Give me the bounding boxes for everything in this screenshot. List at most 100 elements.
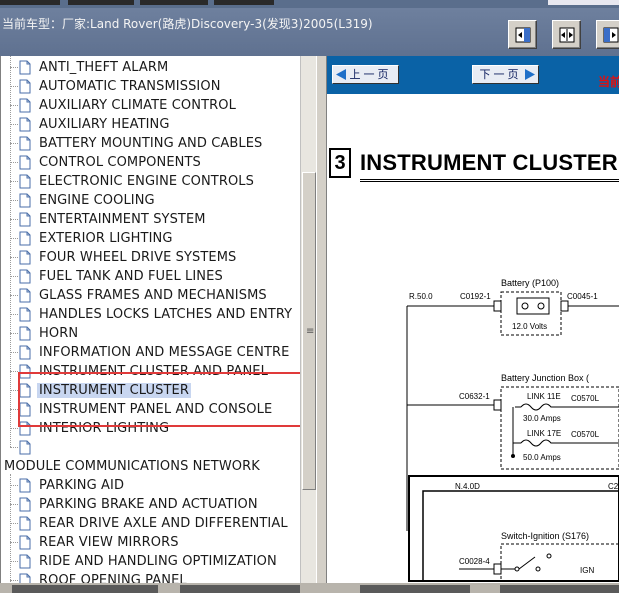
tree-connector	[10, 504, 18, 505]
tree-item-label: HANDLES LOCKS LATCHES AND ENTRY	[39, 307, 293, 322]
document-icon	[19, 250, 31, 265]
document-icon	[19, 98, 31, 113]
dock-right-button[interactable]	[596, 20, 619, 49]
tree-connector	[10, 200, 18, 201]
tree-leaf-item[interactable]: FOUR WHEEL DRIVE SYSTEMS	[1, 248, 300, 267]
document-icon	[19, 79, 31, 94]
tree-leaf-item[interactable]: AUXILIARY HEATING	[1, 115, 300, 134]
title-tab[interactable]	[140, 0, 208, 5]
tree-leaf-item[interactable]: ELECTRONIC ENGINE CONTROLS	[1, 172, 300, 191]
tree-leaf-item[interactable]: PARKING BRAKE AND ACTUATION	[1, 495, 300, 514]
tree-connector	[10, 67, 18, 68]
tree-item-label: EXTERIOR LIGHTING	[39, 231, 173, 246]
tree-item-label: AUTOMATIC TRANSMISSION	[39, 79, 221, 94]
category-tree[interactable]: ANTI_THEFT ALARM AUTOMATIC TRANSMISSION AU…	[0, 56, 300, 583]
tree-item-label: HORN	[39, 326, 79, 341]
title-tab[interactable]	[68, 0, 134, 5]
connector-c0045: C0045-1	[567, 292, 598, 301]
switch-contact	[535, 566, 541, 572]
document-icon	[19, 136, 31, 151]
tree-leaf-item[interactable]: HANDLES LOCKS LATCHES AND ENTRY	[1, 305, 300, 324]
tree-folder-item[interactable]: MODULE COMMUNICATIONS NETWORK	[1, 457, 300, 476]
tree-leaf-item[interactable]: ROOF OPENING PANEL	[1, 571, 300, 583]
tree-leaf-item[interactable]: GLASS FRAMES AND MECHANISMS	[1, 286, 300, 305]
tree-leaf-item[interactable]: REAR VIEW MIRRORS	[1, 533, 300, 552]
document-icon	[19, 516, 31, 531]
tree-leaf-item[interactable]: RIDE AND HANDLING OPTIMIZATION	[1, 552, 300, 571]
split-icon	[559, 27, 575, 43]
next-page-button[interactable]: 下一页	[472, 65, 539, 84]
prev-page-label: 上一页	[349, 68, 392, 81]
panel-splitter[interactable]	[316, 56, 327, 583]
tree-leaf-item[interactable]: EXTERIOR LIGHTING	[1, 229, 300, 248]
connector-c0570-a: C0570L	[571, 394, 600, 403]
link11-label: LINK 11E	[527, 392, 561, 401]
tree-item-label: GLASS FRAMES AND MECHANISMS	[39, 288, 267, 303]
tree-item-label: CONTROL COMPONENTS	[39, 155, 201, 170]
link11-amps: 30.0 Amps	[523, 414, 561, 423]
tree-leaf-item[interactable]: FUEL TANK AND FUEL LINES	[1, 267, 300, 286]
tree-leaf-item[interactable]: CONTROL COMPONENTS	[1, 153, 300, 172]
document-icon	[19, 326, 31, 341]
title-tab[interactable]	[0, 0, 60, 5]
tree-item-label: ENTERTAINMENT SYSTEM	[39, 212, 206, 227]
link17-label: LINK 17E	[527, 429, 561, 438]
document-icon	[19, 60, 31, 75]
wiring-diagram: Battery (P100) 12.0 Volts R.50.0 C0192-1…	[406, 278, 619, 582]
tree-item-label: REAR DRIVE AXLE AND DIFFERENTIAL	[39, 516, 288, 531]
tree-leaf-item[interactable]: ENTERTAINMENT SYSTEM	[1, 210, 300, 229]
tree-leaf-item[interactable]	[1, 438, 300, 457]
tree-leaf-item[interactable]: PARKING AID	[1, 476, 300, 495]
document-icon	[19, 212, 31, 227]
connector-pin	[560, 300, 569, 312]
document-icon	[19, 269, 31, 284]
top-strip	[0, 0, 619, 8]
tree-item-label: ENGINE COOLING	[39, 193, 155, 208]
tree-item-label: RIDE AND HANDLING OPTIMIZATION	[39, 554, 277, 569]
tree-item-label: ELECTRONIC ENGINE CONTROLS	[39, 174, 254, 189]
dock-left-button[interactable]	[508, 20, 537, 49]
title-tab[interactable]	[548, 0, 619, 5]
splice-dot	[511, 454, 515, 458]
tree-connector	[10, 276, 18, 277]
prev-page-button[interactable]: 上一页	[332, 65, 399, 84]
page-nav-bar: 上一页 下一页 当前	[327, 56, 619, 94]
fuse-link17	[513, 439, 557, 447]
tree-leaf-item[interactable]: ANTI_THEFT ALARM	[1, 58, 300, 77]
tree-leaf-item[interactable]: AUXILIARY CLIMATE CONTROL	[1, 96, 300, 115]
tree-leaf-item[interactable]: HORN	[1, 324, 300, 343]
tree-item-label: AUXILIARY CLIMATE CONTROL	[39, 98, 236, 113]
tree-connector	[10, 181, 18, 182]
grip-icon: ≡	[306, 326, 315, 337]
tree-leaf-item[interactable]: REAR DRIVE AXLE AND DIFFERENTIAL	[1, 514, 300, 533]
tree-connector	[10, 447, 18, 448]
tree-leaf-item[interactable]: ENGINE COOLING	[1, 191, 300, 210]
tree-connector	[10, 409, 18, 410]
split-view-button[interactable]	[552, 20, 581, 49]
vehicle-info: 当前车型：厂家:Land Rover(路虎)Discovery-3(发现3)20…	[2, 17, 373, 31]
document-icon	[19, 307, 31, 322]
battery-terminal	[521, 302, 529, 310]
connector-c0570-b: C0570L	[571, 430, 600, 439]
next-page-label: 下一页	[479, 68, 522, 81]
tree-connector	[10, 162, 18, 163]
tree-leaf-item[interactable]: AUTOMATIC TRANSMISSION	[1, 77, 300, 96]
switch-lever	[518, 556, 536, 570]
tree-scrollbar[interactable]: ≡	[300, 56, 316, 583]
tree-connector	[10, 238, 18, 239]
scrollbar-thumb[interactable]: ≡	[302, 172, 316, 490]
document-icon	[19, 497, 31, 512]
wire-r50-label: R.50.0	[409, 292, 433, 301]
title-tab[interactable]	[214, 0, 274, 5]
junction-title: Battery Junction Box (	[501, 373, 589, 383]
tree-item-label: PARKING AID	[39, 478, 125, 493]
section-title: INSTRUMENT CLUSTER	[360, 150, 618, 175]
tree-item-label: AUXILIARY HEATING	[39, 117, 170, 132]
connector-c2: C2	[608, 482, 619, 491]
current-page-label: 当前	[598, 75, 619, 89]
tree-leaf-item[interactable]: BATTERY MOUNTING AND CABLES	[1, 134, 300, 153]
tree-leaf-item[interactable]: INFORMATION AND MESSAGE CENTRE	[1, 343, 300, 362]
tree-connector	[10, 523, 18, 524]
battery-title: Battery (P100)	[501, 278, 559, 288]
switch-box	[500, 543, 619, 582]
